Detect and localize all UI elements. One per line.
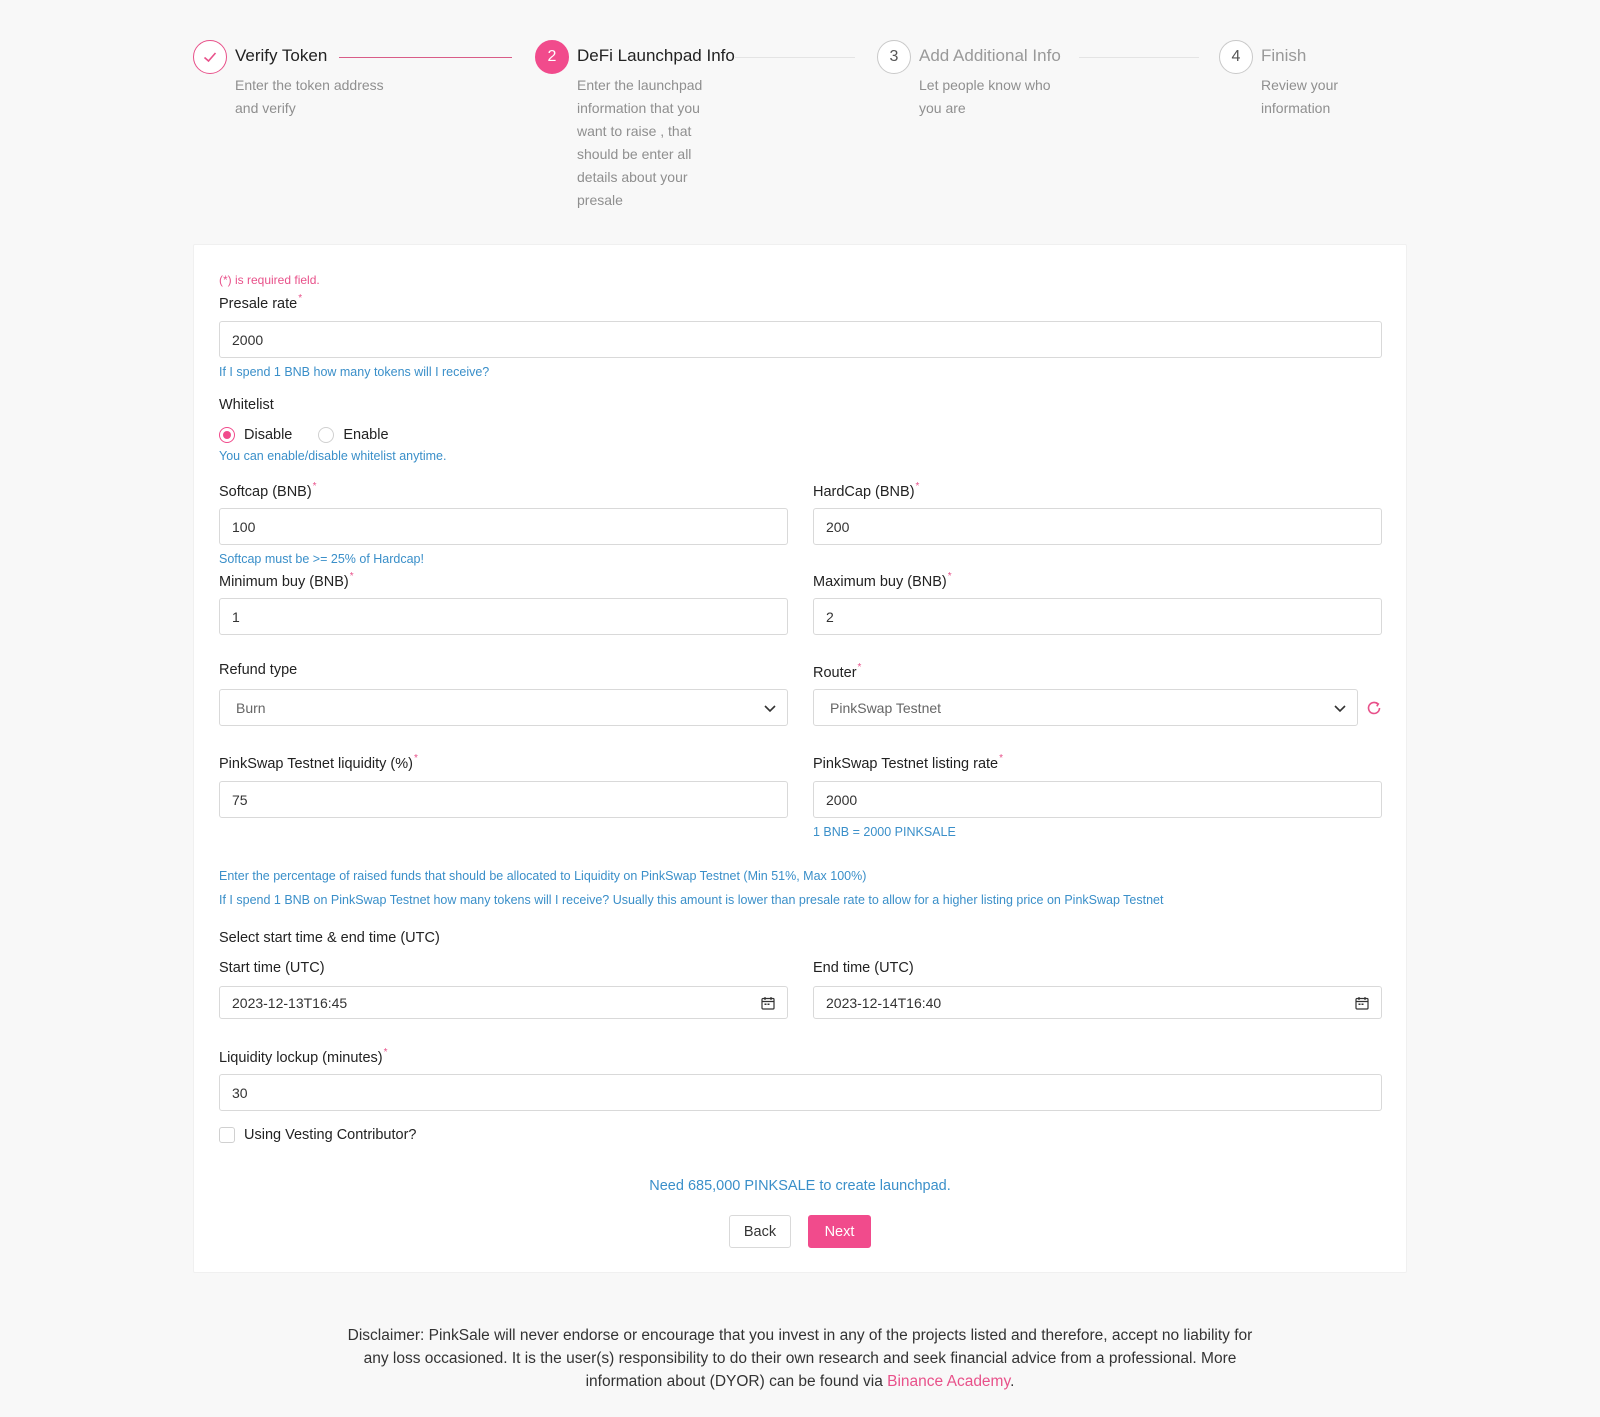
liquidity-percent-label: PinkSwap Testnet liquidity (%)* bbox=[219, 753, 418, 772]
whitelist-enable-radio[interactable] bbox=[318, 427, 335, 443]
launchpad-form-card: (*) is required field. Presale rate* 200… bbox=[193, 244, 1407, 1273]
step-title: Add Additional Info bbox=[919, 46, 1061, 65]
end-time-value: 2023-12-14T16:40 bbox=[826, 994, 942, 1011]
hardcap-label: HardCap (BNB)* bbox=[813, 481, 920, 500]
liquidity-hint: Enter the percentage of raised funds tha… bbox=[219, 869, 867, 883]
calendar-icon[interactable] bbox=[761, 996, 775, 1010]
step-title: DeFi Launchpad Info bbox=[577, 46, 735, 65]
stepper: Verify Token Enter the token address and… bbox=[193, 40, 1408, 220]
start-time-input[interactable]: 2023-12-13T16:45 bbox=[219, 986, 788, 1019]
start-time-label: Start time (UTC) bbox=[219, 960, 325, 976]
whitelist-hint: You can enable/disable whitelist anytime… bbox=[219, 449, 447, 463]
step-description: Review your information bbox=[1261, 77, 1339, 116]
required-note: (*) is required field. bbox=[219, 273, 320, 287]
listing-rate-input[interactable]: 2000 bbox=[813, 781, 1382, 818]
router-label: Router* bbox=[813, 662, 862, 681]
disclaimer-end: . bbox=[1010, 1373, 1015, 1390]
listing-hint: If I spend 1 BNB on PinkSwap Testnet how… bbox=[219, 893, 1164, 907]
softcap-label: Softcap (BNB)* bbox=[219, 481, 317, 500]
disclaimer-text: Disclaimer: PinkSale will never endorse … bbox=[347, 1327, 1253, 1390]
step-title: Finish bbox=[1261, 46, 1307, 65]
refresh-icon[interactable] bbox=[1366, 700, 1382, 716]
whitelist-label: Whitelist bbox=[219, 397, 274, 413]
step-description: Enter the token address and verify bbox=[235, 77, 384, 116]
refund-type-value: Burn bbox=[236, 699, 266, 716]
end-time-input[interactable]: 2023-12-14T16:40 bbox=[813, 986, 1382, 1019]
step-connector bbox=[735, 57, 855, 58]
start-time-value: 2023-12-13T16:45 bbox=[232, 994, 348, 1011]
vesting-checkbox-row: Using Vesting Contributor? bbox=[219, 1127, 417, 1143]
lockup-input[interactable]: 30 bbox=[219, 1074, 1382, 1111]
chevron-down-icon bbox=[764, 704, 776, 712]
vesting-checkbox[interactable] bbox=[219, 1127, 235, 1143]
step-number: 3 bbox=[877, 40, 911, 74]
min-buy-input[interactable]: 1 bbox=[219, 598, 788, 635]
radio-label: Disable bbox=[244, 427, 293, 443]
max-buy-label: Maximum buy (BNB)* bbox=[813, 571, 952, 590]
step-connector bbox=[1079, 57, 1199, 58]
max-buy-input[interactable]: 2 bbox=[813, 598, 1382, 635]
softcap-hint: Softcap must be >= 25% of Hardcap! bbox=[219, 552, 424, 566]
step-description: Enter the launchpad information that you… bbox=[577, 77, 703, 208]
radio-label: Enable bbox=[343, 427, 389, 443]
hardcap-input[interactable]: 200 bbox=[813, 508, 1382, 545]
need-tokens-note: Need 685,000 PINKSALE to create launchpa… bbox=[649, 1178, 951, 1194]
binance-academy-link[interactable]: Binance Academy bbox=[887, 1373, 1010, 1390]
step-connector bbox=[339, 57, 512, 58]
calendar-icon[interactable] bbox=[1355, 996, 1369, 1010]
liquidity-percent-input[interactable]: 75 bbox=[219, 781, 788, 818]
whitelist-radio-group: Disable Enable bbox=[219, 427, 389, 443]
router-select[interactable]: PinkSwap Testnet bbox=[813, 689, 1358, 726]
disclaimer: Disclaimer: PinkSale will never endorse … bbox=[340, 1324, 1260, 1393]
step-number: 4 bbox=[1219, 40, 1253, 74]
time-section-label: Select start time & end time (UTC) bbox=[219, 930, 440, 946]
refund-type-select[interactable]: Burn bbox=[219, 689, 788, 726]
step-description: Let people know who you are bbox=[919, 77, 1051, 116]
presale-rate-hint: If I spend 1 BNB how many tokens will I … bbox=[219, 365, 490, 379]
whitelist-disable-radio[interactable] bbox=[219, 427, 235, 443]
presale-rate-label: Presale rate* bbox=[219, 293, 303, 312]
refund-type-label: Refund type bbox=[219, 662, 298, 678]
router-value: PinkSwap Testnet bbox=[830, 699, 942, 716]
chevron-down-icon bbox=[1334, 704, 1346, 712]
softcap-input[interactable]: 100 bbox=[219, 508, 788, 545]
vesting-label: Using Vesting Contributor? bbox=[244, 1127, 417, 1143]
listing-rate-label: PinkSwap Testnet listing rate* bbox=[813, 753, 1004, 772]
presale-rate-input[interactable]: 2000 bbox=[219, 321, 1382, 358]
check-icon bbox=[193, 40, 227, 74]
end-time-label: End time (UTC) bbox=[813, 960, 914, 976]
step-number: 2 bbox=[535, 40, 569, 74]
lockup-label: Liquidity lockup (minutes)* bbox=[219, 1047, 388, 1066]
back-button[interactable]: Back bbox=[729, 1215, 791, 1248]
next-button[interactable]: Next bbox=[808, 1215, 871, 1248]
min-buy-label: Minimum buy (BNB)* bbox=[219, 571, 354, 590]
step-title: Verify Token bbox=[235, 46, 328, 65]
listing-rate-hint: 1 BNB = 2000 PINKSALE bbox=[813, 825, 956, 839]
